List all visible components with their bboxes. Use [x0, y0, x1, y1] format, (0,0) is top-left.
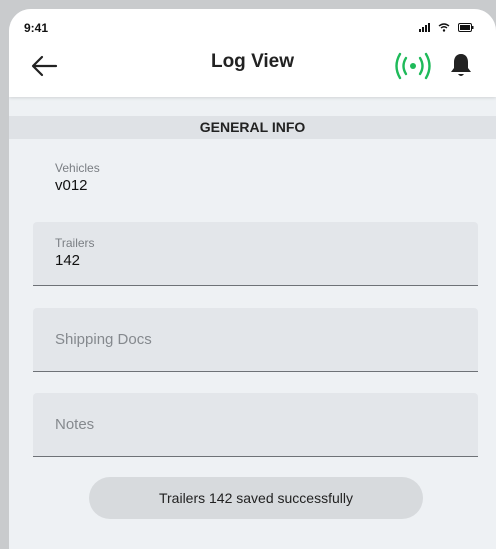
toast-message: Trailers 142 saved successfully	[89, 477, 423, 519]
notes-placeholder: Notes	[55, 416, 95, 433]
status-icons	[419, 21, 474, 33]
battery-icon	[458, 22, 474, 32]
shipping-docs-field[interactable]: Shipping Docs	[33, 308, 478, 372]
trailers-label: Trailers	[55, 236, 95, 250]
bell-icon[interactable]	[449, 51, 473, 79]
status-time: 9:41	[24, 21, 49, 35]
trailers-field[interactable]: Trailers 142	[33, 222, 478, 286]
section-header: GENERAL INFO	[9, 116, 496, 139]
vehicles-field[interactable]: Vehicles v012	[33, 147, 478, 211]
shipping-docs-placeholder: Shipping Docs	[55, 331, 152, 348]
wifi-icon	[438, 23, 450, 32]
signal-icon	[419, 22, 430, 32]
trailers-value: 142	[55, 252, 81, 269]
vehicles-value: v012	[55, 177, 88, 194]
phone-screen: 9:41 Log View GENERAL INFO Vehicles v012…	[9, 9, 496, 549]
broadcast-icon[interactable]	[395, 52, 431, 80]
vehicles-label: Vehicles	[55, 161, 100, 175]
notes-field[interactable]: Notes	[33, 393, 478, 457]
app-bar: 9:41 Log View	[9, 9, 496, 97]
